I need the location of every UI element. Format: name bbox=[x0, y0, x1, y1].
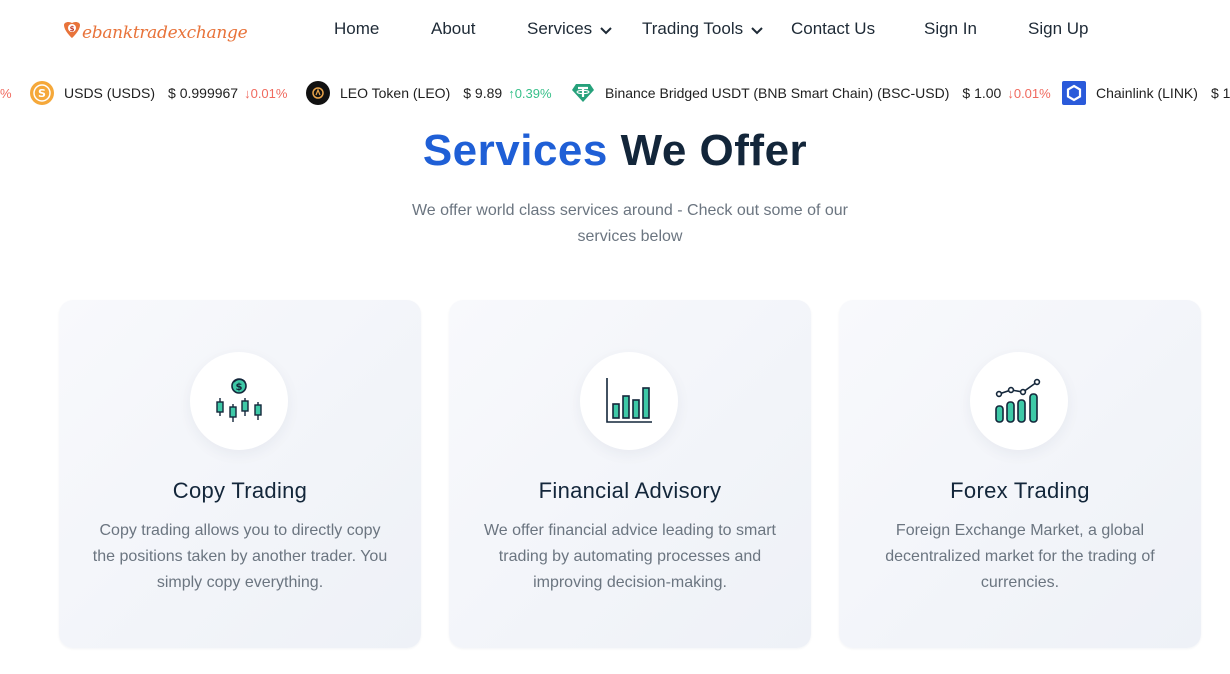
candlestick-dollar-icon: $ bbox=[216, 378, 262, 422]
chevron-down-icon bbox=[751, 27, 763, 35]
nav-home[interactable]: Home bbox=[334, 19, 379, 39]
card-description: Copy trading allows you to directly copy… bbox=[92, 522, 388, 591]
section-title: Services We Offer bbox=[0, 126, 1230, 176]
card-title: Financial Advisory bbox=[538, 478, 722, 503]
nav-contact-us[interactable]: Contact Us bbox=[791, 19, 875, 39]
nav-about[interactable]: About bbox=[431, 19, 475, 39]
card-title: Copy Trading bbox=[172, 478, 308, 503]
section-title-rest: We Offer bbox=[620, 126, 808, 175]
chainlink-coin-icon bbox=[1062, 81, 1086, 105]
section-subtitle: We offer world class services around - C… bbox=[411, 202, 849, 245]
growth-chart-icon bbox=[995, 378, 1041, 423]
nav-sign-in[interactable]: Sign In bbox=[924, 19, 977, 39]
brand-logo[interactable]: $ ebanktradexchange bbox=[60, 16, 248, 46]
service-card-financial-advisory[interactable]: Financial Advisory We offer financial ad… bbox=[449, 300, 811, 648]
tether-coin-icon bbox=[571, 81, 595, 105]
ticker-item[interactable]: Binance Bridged USDT (BNB Smart Chain) (… bbox=[571, 76, 1051, 110]
leo-coin-icon bbox=[306, 81, 330, 105]
svg-text:S: S bbox=[38, 87, 46, 100]
card-description: We offer financial advice leading to sma… bbox=[483, 522, 776, 591]
card-description: Foreign Exchange Market, a global decent… bbox=[885, 522, 1155, 591]
ticker-fragment: % bbox=[0, 85, 12, 101]
service-card-forex-trading[interactable]: Forex Trading Foreign Exchange Market, a… bbox=[839, 300, 1201, 648]
ticker-item[interactable]: LEO Token (LEO) $ 9.89 ↑ 0.39% bbox=[306, 76, 552, 110]
nav-trading-tools[interactable]: Trading Tools bbox=[642, 19, 764, 39]
chevron-down-icon bbox=[600, 27, 612, 35]
service-card-copy-trading[interactable]: $ Copy Trading Copy trading allows you t… bbox=[59, 300, 421, 648]
nav-services[interactable]: Services bbox=[527, 19, 613, 39]
service-icon-circle: $ bbox=[190, 352, 288, 450]
brand-name: ebanktradexchange bbox=[82, 23, 248, 43]
service-icon-circle bbox=[580, 352, 678, 450]
ticker-item[interactable]: S USDS (USDS) $ 0.999967 ↓ 0.01% bbox=[30, 76, 287, 110]
crypto-price-ticker: % S USDS (USDS) $ 0.999967 ↓ 0.01% LEO To… bbox=[0, 76, 1230, 110]
top-navbar: $ ebanktradexchange Home About Services … bbox=[0, 0, 1230, 62]
svg-text:$: $ bbox=[236, 382, 243, 393]
usds-coin-icon: S bbox=[30, 81, 54, 105]
card-title: Forex Trading bbox=[950, 478, 1090, 503]
svg-text:$: $ bbox=[70, 25, 75, 33]
nav-sign-up[interactable]: Sign Up bbox=[1028, 19, 1088, 39]
bar-chart-icon bbox=[606, 378, 652, 423]
section-title-highlight: Services bbox=[422, 126, 608, 175]
service-icon-circle bbox=[970, 352, 1068, 450]
ticker-item[interactable]: Chainlink (LINK) $ 1: bbox=[1062, 76, 1230, 110]
logo-icon: $ bbox=[64, 21, 80, 38]
